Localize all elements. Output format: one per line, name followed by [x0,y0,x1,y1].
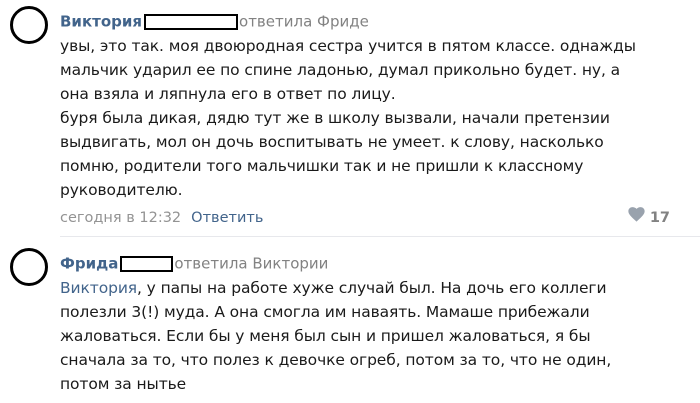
comment-text: увы, это так. моя двоюродная сестра учит… [60,34,690,202]
heart-icon [628,207,645,229]
avatar[interactable] [10,6,48,44]
comment-text-line: руководителю. [60,181,183,199]
comment-text-line: мальчик ударил ее по спине ладонью, дума… [60,61,621,79]
comment-header: Фрида ответила Виктории [60,252,328,274]
replied-to[interactable]: ответила Фриде [239,13,369,31]
like-count: 17 [649,210,670,226]
comment-text-line: сначала за то, что полез к девочке огреб… [60,351,612,369]
comment-text-line: помню, родители того мальчишки так и не … [60,157,584,175]
comment-footer: сегодня в 12:32 Ответить [60,207,263,229]
comment-text: Виктория, у папы на работе хуже случай б… [60,276,690,396]
redacted-surname [144,13,239,30]
comment-header: Виктория ответила Фриде [60,10,369,32]
comment-date[interactable]: сегодня в 12:32 [60,210,181,226]
comment-text-line: жаловаться. Если бы у меня был сын и при… [60,327,591,345]
comment-text-line: выдвигать, мол он дочь воспитывать не ум… [60,133,604,151]
comment-text-line: Виктория, у папы на работе хуже случай б… [60,276,690,300]
redacted-surname [120,255,174,272]
comment-text-line: увы, это так. моя двоюродная сестра учит… [60,37,636,55]
avatar[interactable] [10,248,48,286]
comment-text-line: она взяла и ляпнула его в ответ по лицу. [60,85,396,103]
comment-text-line: полезли 3(!) муда. А она смогла им навая… [60,303,590,321]
reply-button[interactable]: Ответить [191,210,263,226]
comment-text-line: потом за нытье [60,375,187,393]
like-button[interactable]: 17 [628,207,670,229]
replied-to[interactable]: ответила Виктории [174,255,328,273]
author-name[interactable]: Виктория [60,13,142,31]
comment-text-fragment: , у папы на работе хуже случай был. На д… [137,279,607,297]
author-name[interactable]: Фрида [60,255,118,273]
divider [60,236,700,237]
mention-link[interactable]: Виктория [60,279,137,297]
comment: Виктория ответила Фриде увы, это так. моя… [0,0,700,240]
comment: Фрида ответила Виктории Виктория, у папы … [0,240,700,403]
comment-text-line: буря была дикая, дядю тут же в школу выз… [60,109,610,127]
